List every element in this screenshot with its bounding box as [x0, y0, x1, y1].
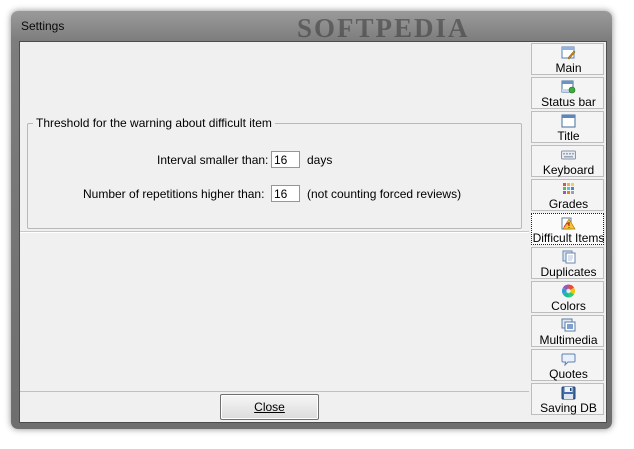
multimedia-icon [561, 318, 576, 332]
group-title: Threshold for the warning about difficul… [33, 116, 275, 130]
sidebar-item-label: Title [557, 129, 580, 143]
title-icon [561, 114, 576, 128]
sidebar-item-label: Colors [551, 299, 586, 313]
sidebar-item-duplicates[interactable]: Duplicates [531, 247, 604, 279]
sidebar-item-title[interactable]: Title [531, 111, 604, 143]
difficult-items-icon [561, 217, 576, 230]
repetitions-input[interactable] [271, 185, 300, 202]
sidebar-item-label: Duplicates [540, 265, 597, 279]
sidebar-item-label: Keyboard [542, 163, 595, 177]
saving-db-icon [561, 386, 576, 400]
quotes-icon [561, 353, 576, 366]
repetitions-note: (not counting forced reviews) [307, 187, 462, 201]
close-button[interactable]: Close [220, 394, 319, 420]
sidebar-item-saving-db[interactable]: Saving DB [531, 383, 604, 415]
duplicates-icon [562, 250, 576, 264]
settings-sidebar: Main Status bar Title Keyboard Grades Di… [531, 43, 605, 421]
sidebar-item-label: Quotes [549, 367, 588, 381]
sidebar-item-difficult-items[interactable]: Difficult Items [531, 213, 604, 245]
sidebar-item-label: Main [555, 61, 582, 75]
sidebar-item-main[interactable]: Main [531, 43, 604, 75]
sidebar-item-colors[interactable]: Colors [531, 281, 604, 313]
sidebar-item-keyboard[interactable]: Keyboard [531, 145, 604, 177]
colors-icon [562, 284, 575, 298]
sidebar-item-label: Difficult Items [532, 231, 605, 245]
keyboard-icon [561, 150, 576, 160]
sidebar-item-label: Multimedia [539, 333, 598, 347]
interval-input[interactable] [271, 151, 300, 168]
repetitions-label: Number of repetitions higher than: [83, 187, 265, 201]
main-icon [561, 46, 576, 60]
title-bar[interactable]: Settings SOFTPEDIA [11, 11, 612, 43]
watermark: SOFTPEDIA [297, 13, 470, 43]
status-bar-icon [561, 80, 576, 94]
content-empty-area [20, 42, 529, 116]
window-title: Settings [21, 19, 65, 33]
interval-label: Interval smaller than: [157, 153, 269, 167]
settings-client-area: Threshold for the warning about difficul… [19, 41, 607, 423]
sidebar-item-multimedia[interactable]: Multimedia [531, 315, 604, 347]
sidebar-item-label: Saving DB [540, 401, 597, 415]
sidebar-item-label: Status bar [541, 95, 596, 109]
content-divider-highlight [20, 232, 529, 233]
sidebar-item-status-bar[interactable]: Status bar [531, 77, 604, 109]
sidebar-item-quotes[interactable]: Quotes [531, 349, 604, 381]
sidebar-item-label: Grades [548, 197, 589, 211]
footer-divider [20, 391, 529, 392]
sidebar-item-grades[interactable]: Grades [531, 179, 604, 211]
difficult-item-threshold-group: Threshold for the warning about difficul… [27, 116, 522, 229]
grades-icon [563, 183, 574, 194]
interval-unit: days [307, 153, 333, 167]
settings-window: Settings SOFTPEDIA Threshold for the war… [11, 11, 612, 429]
